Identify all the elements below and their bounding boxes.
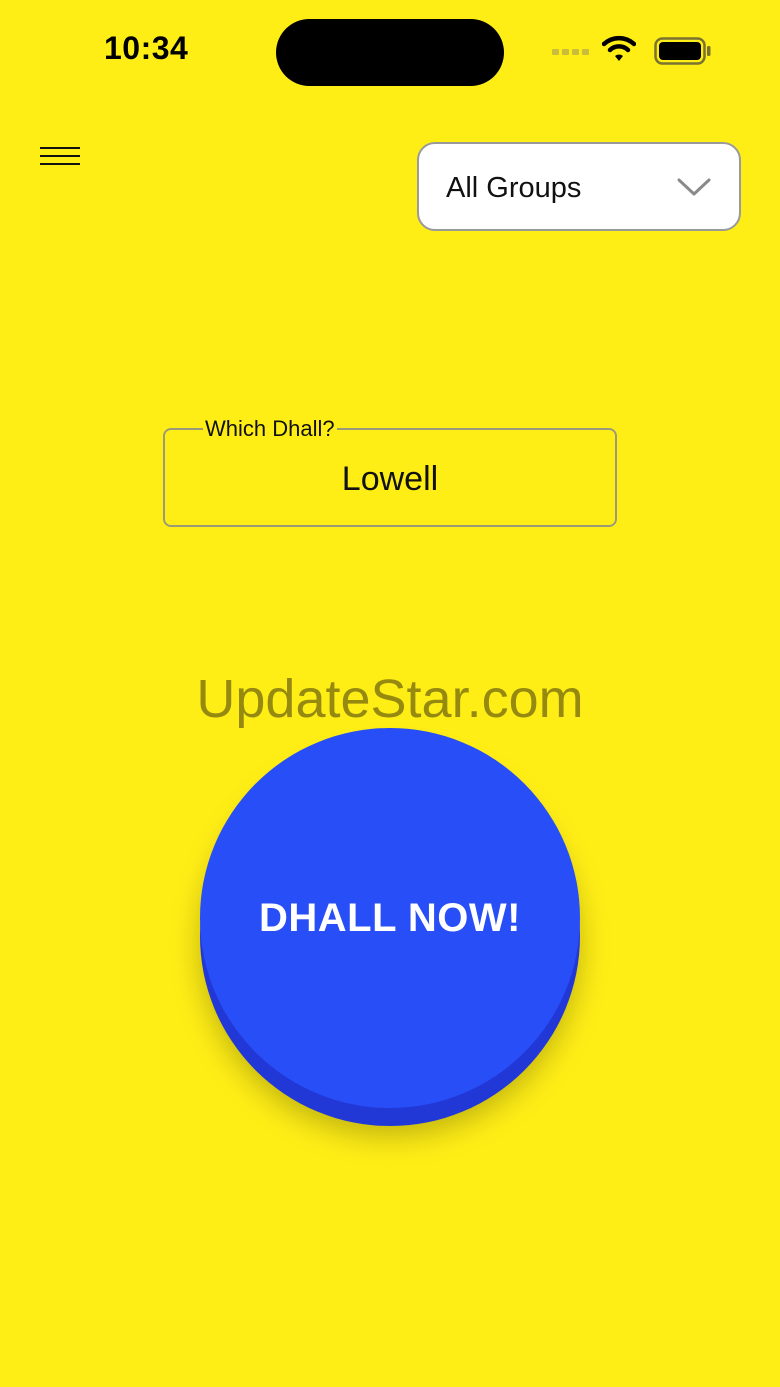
group-select-dropdown[interactable]: All Groups: [417, 142, 741, 231]
dhall-field-label: Which Dhall?: [203, 416, 337, 442]
dhall-select-field[interactable]: Which Dhall? Lowell: [163, 416, 617, 527]
status-bar-time: 10:34: [104, 30, 189, 66]
group-select-value: All Groups: [446, 172, 582, 204]
battery-icon: [654, 37, 711, 65]
cellular-signal-icon: [552, 49, 589, 55]
wifi-icon: [602, 35, 636, 61]
dynamic-island: [276, 19, 504, 86]
status-bar-icons: [552, 34, 714, 70]
watermark-text: UpdateStar.com: [196, 669, 584, 729]
hamburger-menu-icon[interactable]: [40, 145, 82, 169]
dhall-now-label: DHALL NOW!: [259, 896, 521, 940]
dhall-field-value: Lowell: [341, 460, 439, 498]
dhall-now-button[interactable]: DHALL NOW!: [200, 728, 580, 1126]
chevron-down-icon: [677, 178, 711, 196]
